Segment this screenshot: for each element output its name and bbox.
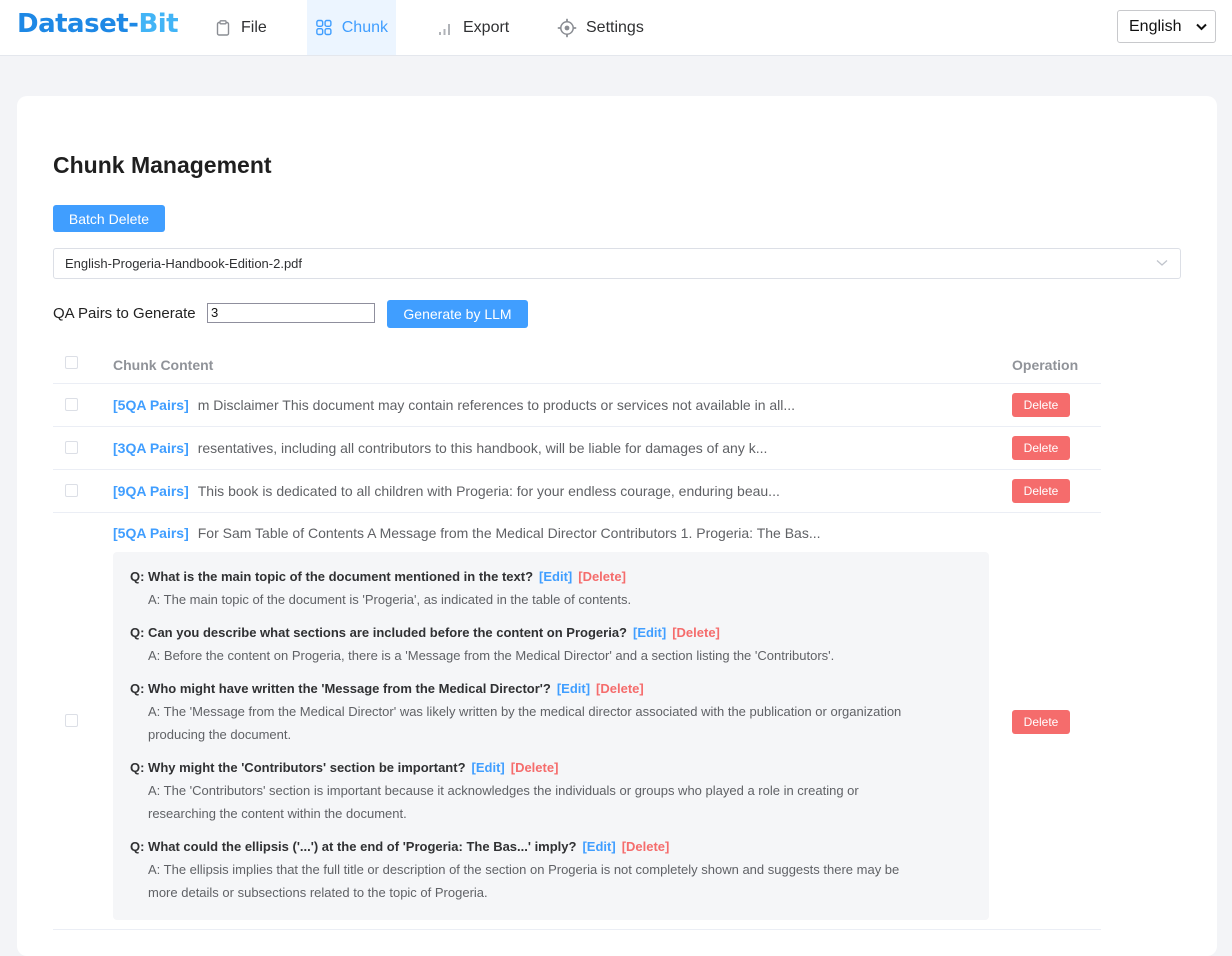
chevron-down-icon [1196,23,1207,31]
qa-pair: Q: What could the ellipsis ('...') at th… [130,835,970,904]
select-all-checkbox[interactable] [65,356,78,369]
nav-file-label: File [241,18,267,36]
chunk-content[interactable]: [9QA Pairs] This book is dedicated to all… [113,483,780,499]
edit-link[interactable]: [Edit] [633,625,666,640]
chunk-text: resentatives, including all contributors… [197,440,768,456]
file-select-value: English-Progeria-Handbook-Edition-2.pdf [65,256,303,271]
bar-chart-icon [439,23,450,35]
chunk-text: m Disclaimer This document may contain r… [197,397,796,413]
delete-button[interactable]: Delete [1012,479,1070,503]
edit-link[interactable]: [Edit] [582,839,615,854]
qa-pairs-label: QA Pairs to Generate [53,305,196,322]
question-text: Q: What could the ellipsis ('...') at th… [130,839,577,854]
table-row: [9QA Pairs] This book is dedicated to all… [53,470,1101,513]
answer-text: A: Before the content on Progeria, there… [148,648,835,663]
qa-pair: Q: Who might have written the 'Message f… [130,677,970,746]
row-checkbox[interactable] [65,714,78,727]
question-text: Q: Who might have written the 'Message f… [130,681,551,696]
chunk-table: Chunk Content Operation [5QA Pairs] m Dis… [53,345,1101,930]
batch-delete-button[interactable]: Batch Delete [53,205,165,232]
qa-count-tag[interactable]: [5QA Pairs] [113,525,189,541]
chevron-down-icon [1156,260,1168,266]
qa-pairs-input[interactable]: 3 [207,303,375,323]
language-selected-value: English [1129,17,1182,35]
chunk-content[interactable]: [3QA Pairs] resentatives, including all c… [113,440,767,456]
nav-chunk-label: Chunk [341,18,388,36]
question-text: Q: Can you describe what sections are in… [130,625,627,640]
nav-export-label: Export [463,18,510,36]
generate-by-llm-button[interactable]: Generate by LLM [387,300,528,328]
logo-text-dataset: Dataset- [17,9,139,39]
nav-settings[interactable]: Settings [549,0,652,55]
qa-pair: Q: What is the main topic of the documen… [130,565,970,611]
grid-icon [316,19,332,36]
column-header-operation: Operation [1012,357,1079,373]
chunk-content[interactable]: [5QA Pairs] For Sam Table of Contents A M… [113,525,821,541]
table-row-expanded: [5QA Pairs] For Sam Table of Contents A M… [53,513,1101,930]
answer-text: A: The ellipsis implies that the full ti… [148,862,900,877]
question-text: Q: What is the main topic of the documen… [130,569,534,584]
qa-count-tag[interactable]: [5QA Pairs] [113,397,189,413]
language-select[interactable]: English [1117,10,1216,43]
answer-text-continued: more details or subsections related to t… [148,885,488,900]
chunk-management-card: Chunk Management Batch Delete English-Pr… [17,96,1217,956]
top-navigation-bar: Dataset-Bit File Chunk Export Settings E… [0,0,1232,56]
clipboard-icon [216,19,230,36]
nav-settings-label: Settings [586,18,644,36]
edit-link[interactable]: [Edit] [557,681,590,696]
qa-pairs-panel: Q: What is the main topic of the documen… [113,552,989,920]
delete-button[interactable]: Delete [1012,393,1070,417]
delete-link[interactable]: [Delete] [596,681,644,696]
delete-link[interactable]: [Delete] [511,760,559,775]
delete-link[interactable]: [Delete] [672,625,720,640]
answer-text: A: The 'Contributors' section is importa… [148,783,859,798]
answer-text: A: The 'Message from the Medical Directo… [148,704,902,719]
answer-text-continued: producing the document. [148,727,292,742]
table-row: [5QA Pairs] m Disclaimer This document ma… [53,384,1101,427]
delete-link[interactable]: [Delete] [622,839,670,854]
app-logo[interactable]: Dataset-Bit [17,9,179,39]
answer-text-continued: researching the content within the docum… [148,806,407,821]
delete-link[interactable]: [Delete] [578,569,626,584]
row-checkbox[interactable] [65,398,78,411]
logo-text-bit: Bit [138,9,179,39]
question-text: Q: Why might the 'Contributors' section … [130,760,466,775]
qa-count-tag[interactable]: [9QA Pairs] [113,483,189,499]
delete-button[interactable]: Delete [1012,710,1070,734]
nav-chunk[interactable]: Chunk [307,0,396,55]
gear-icon [557,18,577,37]
nav-file[interactable]: File [206,0,275,55]
row-checkbox[interactable] [65,441,78,454]
chunk-text: For Sam Table of Contents A Message from… [197,525,821,541]
file-select[interactable]: English-Progeria-Handbook-Edition-2.pdf [53,248,1181,279]
column-header-content: Chunk Content [113,357,214,373]
table-header: Chunk Content Operation [53,345,1101,384]
chunk-content[interactable]: [5QA Pairs] m Disclaimer This document ma… [113,397,795,413]
qa-pair: Q: Why might the 'Contributors' section … [130,756,970,825]
nav-export[interactable]: Export [428,0,517,55]
edit-link[interactable]: [Edit] [472,760,505,775]
row-checkbox[interactable] [65,484,78,497]
chunk-text: This book is dedicated to all children w… [197,483,780,499]
qa-pair: Q: Can you describe what sections are in… [130,621,970,667]
answer-text: A: The main topic of the document is 'Pr… [148,592,632,607]
table-row: [3QA Pairs] resentatives, including all c… [53,427,1101,470]
edit-link[interactable]: [Edit] [539,569,572,584]
qa-count-tag[interactable]: [3QA Pairs] [113,440,189,456]
page-title: Chunk Management [53,152,272,178]
delete-button[interactable]: Delete [1012,436,1070,460]
